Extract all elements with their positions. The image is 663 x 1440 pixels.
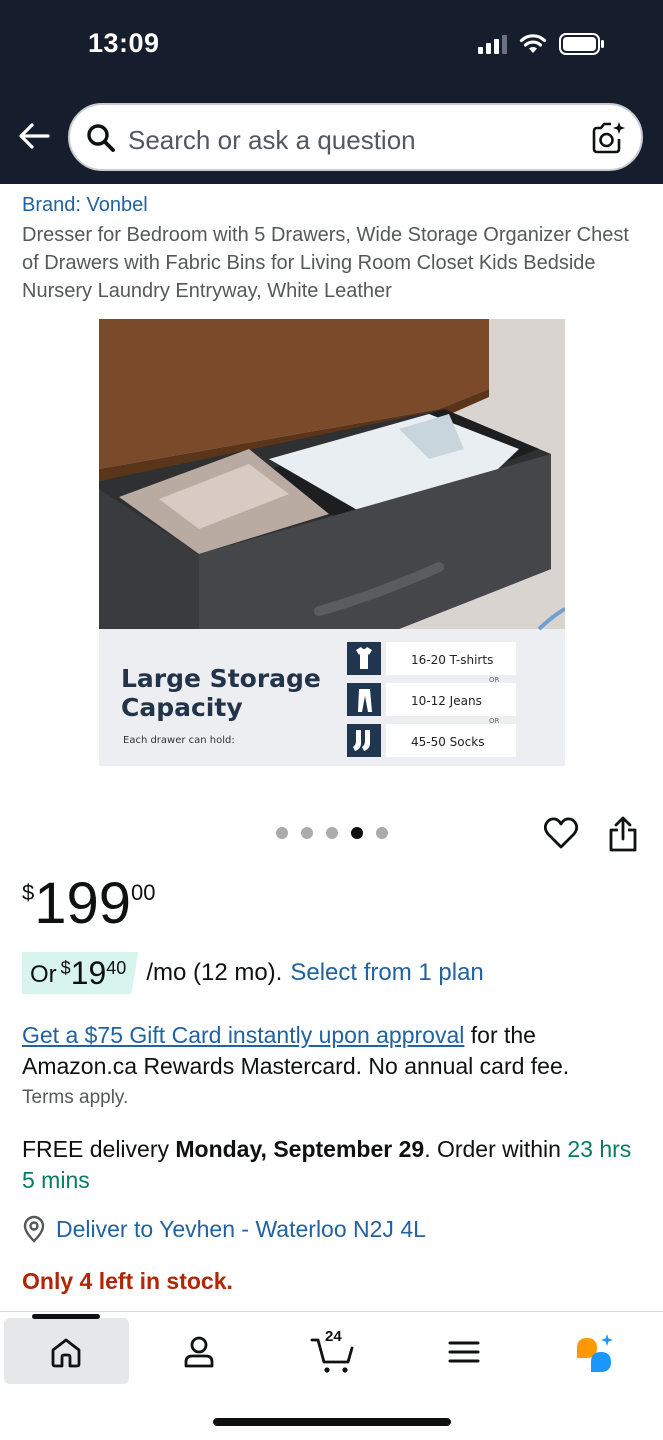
share-icon[interactable] xyxy=(607,815,639,853)
image-item-1: 16-20 T-shirts xyxy=(411,653,493,667)
image-headline-1: Large Storage xyxy=(121,664,321,693)
deliver-to-text: Deliver to Yevhen - Waterloo N2J 4L xyxy=(56,1215,426,1242)
carousel-dot[interactable] xyxy=(301,827,313,839)
product-title: Dresser for Bedroom with 5 Drawers, Wide… xyxy=(22,224,629,302)
camera-search-icon[interactable] xyxy=(589,119,627,157)
select-plan-link[interactable]: Select from 1 plan xyxy=(290,959,483,987)
stock-status: Only 4 left in stock. xyxy=(22,1268,233,1294)
delivery-date: Monday, September 29 xyxy=(175,1136,425,1162)
delivery-middle: . Order within xyxy=(424,1136,568,1162)
monthly-symbol: $ xyxy=(60,958,71,978)
search-input[interactable]: Search or ask a question xyxy=(68,103,643,171)
image-or-2: OR xyxy=(489,717,500,725)
monthly-whole: 19 xyxy=(70,955,107,991)
carousel-dot[interactable] xyxy=(326,827,338,839)
monthly-fraction: 40 xyxy=(106,958,127,978)
product-illustration: Large Storage Capacity Each drawer can h… xyxy=(99,319,565,766)
delivery-info: FREE delivery Monday, September 29. Orde… xyxy=(22,1134,647,1196)
search-placeholder: Search or ask a question xyxy=(128,125,416,155)
terms-text: Terms apply. xyxy=(22,1087,129,1108)
location-pin-icon xyxy=(23,1215,45,1243)
price: $ 199 00 xyxy=(22,872,156,936)
monthly-terms: /mo (12 mo). xyxy=(146,959,283,986)
deliver-to-link[interactable]: Deliver to Yevhen - Waterloo N2J 4L xyxy=(22,1215,426,1243)
image-item-2: 10-12 Jeans xyxy=(411,694,482,708)
heart-icon[interactable] xyxy=(543,815,579,851)
carousel-dot-active[interactable] xyxy=(351,827,363,839)
carousel-dot[interactable] xyxy=(276,827,288,839)
status-icons xyxy=(478,33,605,55)
image-headline-2: Capacity xyxy=(121,693,243,722)
price-whole: 199 xyxy=(34,871,132,936)
price-symbol: $ xyxy=(22,880,35,905)
home-icon[interactable] xyxy=(46,1332,86,1372)
monthly-payment: Or $ 19 40 /mo (12 mo). Select from 1 pl… xyxy=(22,952,484,994)
delivery-prefix: FREE delivery xyxy=(22,1136,176,1162)
cart-count: 24 xyxy=(325,1328,342,1345)
bottom-tab-bar: 24 xyxy=(0,1311,663,1440)
price-fraction: 00 xyxy=(131,880,156,905)
wifi-icon xyxy=(519,34,547,53)
battery-icon xyxy=(559,33,604,55)
carousel-dot[interactable] xyxy=(376,827,388,839)
brand-link[interactable]: Brand: Vonbel xyxy=(22,194,148,217)
monthly-or: Or xyxy=(30,961,57,988)
tab-active-indicator xyxy=(32,1314,100,1319)
image-item-3: 45-50 Socks xyxy=(411,735,484,749)
gift-card-link[interactable]: Get a $75 Gift Card instantly upon appro… xyxy=(22,1022,464,1048)
product-image[interactable]: Large Storage Capacity Each drawer can h… xyxy=(99,319,565,766)
rufus-assistant-icon[interactable] xyxy=(573,1332,617,1376)
image-caption: Each drawer can hold: xyxy=(123,735,235,746)
menu-icon[interactable] xyxy=(444,1332,484,1372)
image-carousel-dots[interactable] xyxy=(276,827,388,839)
app-header: 13:09 Search or ask a question xyxy=(0,0,663,184)
monthly-price-badge: Or $ 19 40 xyxy=(22,952,139,994)
image-or-1: OR xyxy=(489,676,500,684)
account-icon[interactable] xyxy=(179,1332,219,1372)
search-icon xyxy=(87,124,115,152)
status-time: 13:09 xyxy=(88,28,160,58)
back-arrow-icon[interactable] xyxy=(16,118,52,154)
cellular-signal-icon xyxy=(478,34,507,54)
gift-card-offer: Get a $75 Gift Card instantly upon appro… xyxy=(22,1020,642,1082)
home-indicator xyxy=(213,1418,451,1426)
socks-icon xyxy=(347,724,381,757)
